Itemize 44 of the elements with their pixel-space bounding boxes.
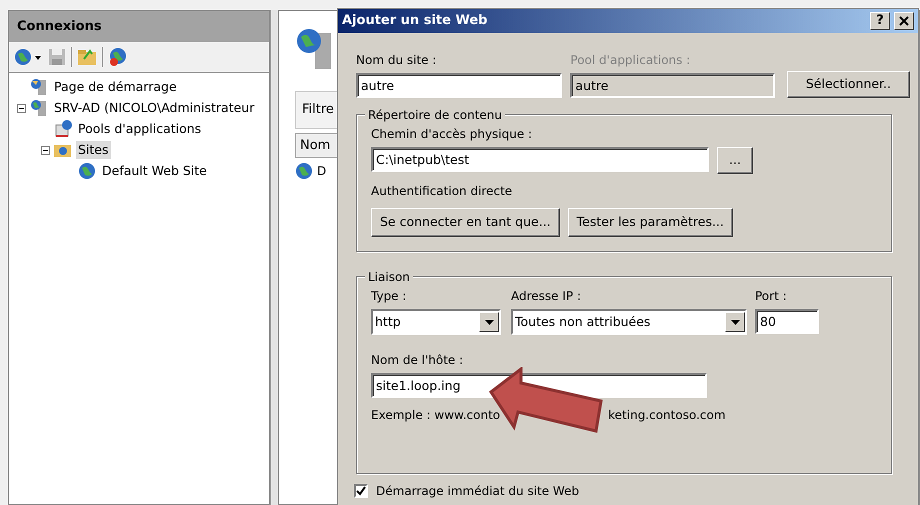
folder-icon[interactable] (76, 46, 98, 66)
type-dropdown[interactable]: http (371, 309, 501, 335)
dialog-title: Ajouter un site Web (342, 12, 488, 30)
site-name-field[interactable]: autre (356, 73, 562, 98)
collapse-toggle-icon[interactable] (17, 104, 26, 112)
globe-icon (77, 161, 97, 181)
browse-button[interactable]: ... (717, 147, 753, 174)
dropdown-arrow-icon[interactable] (730, 320, 740, 324)
tree-item[interactable]: Pools d'applications (76, 120, 204, 138)
home-server-icon (29, 77, 49, 97)
app-pool-icon (53, 119, 73, 139)
panel-title: Connexions (9, 11, 269, 42)
close-button[interactable] (894, 12, 914, 30)
auth-text: Authentification directe (371, 183, 514, 200)
checkbox[interactable] (354, 484, 368, 498)
table-cell-text: D (317, 163, 326, 180)
tree-item[interactable]: Page de démarrage (52, 78, 179, 96)
path-field[interactable]: C:\inetpub\test (371, 147, 709, 172)
tree-item[interactable]: Sites (76, 140, 111, 160)
disconnect-globe-icon[interactable] (107, 46, 129, 68)
field-label: Port : (755, 288, 788, 305)
field-label: Chemin d'accès physique : (371, 126, 534, 143)
field-label: Adresse IP : (511, 288, 582, 305)
select-button[interactable]: Sélectionner.. (786, 71, 910, 98)
example-text: Exemple : www.conto (371, 407, 500, 424)
tree-item[interactable]: SRV-AD (NICOLO\Administrateur (52, 98, 256, 118)
field-label: Type : (371, 288, 408, 305)
field-label: Pool d'applications : (570, 52, 692, 69)
checkbox-label: Démarrage immédiat du site Web (376, 483, 580, 500)
port-field[interactable]: 80 (755, 309, 819, 334)
field-label: Nom du site : (356, 52, 438, 69)
collapse-toggle-icon[interactable] (41, 146, 50, 154)
connect-as-button[interactable]: Se connecter en tant que... (371, 208, 560, 237)
globe-icon (295, 162, 313, 180)
group-label: Répertoire de contenu (365, 106, 506, 124)
ip-dropdown[interactable]: Toutes non attribuées (511, 309, 747, 335)
test-settings-button[interactable]: Tester les paramètres... (568, 208, 733, 237)
tree-item[interactable]: Default Web Site (100, 162, 209, 180)
globe-server-icon (29, 98, 49, 118)
field-label: Nom de l'hôte : (371, 352, 464, 369)
close-icon (899, 16, 909, 26)
help-button[interactable]: ? (870, 12, 890, 30)
example-text: keting.contoso.com (608, 407, 726, 424)
dropdown-arrow-icon[interactable] (484, 320, 494, 324)
